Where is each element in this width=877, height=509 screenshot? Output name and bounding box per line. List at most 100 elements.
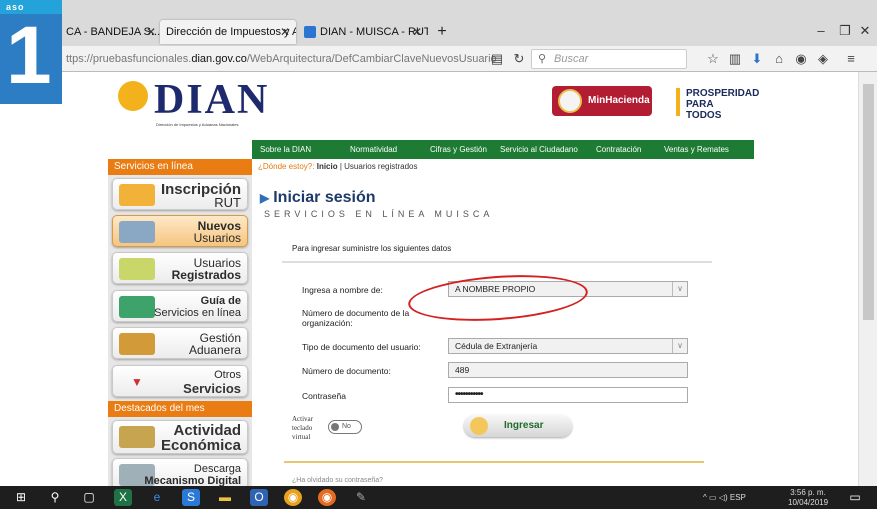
nav-normatividad[interactable]: Normatividad <box>350 140 397 159</box>
new-tab-button[interactable]: + <box>432 20 452 44</box>
sidebar-item-line2: Usuarios <box>193 231 241 245</box>
menu-icon[interactable]: ≡ <box>842 50 860 68</box>
numero-doc-label: Número de documento: <box>302 366 391 376</box>
numero-doc-input[interactable]: 489 <box>448 362 688 378</box>
app-icon[interactable]: ✎ <box>352 489 370 506</box>
reader-view-icon[interactable]: ▤ <box>488 50 506 68</box>
page-subtitle: SERVICIOS EN LÍNEA MUISCA <box>264 209 494 219</box>
dian-logo[interactable]: DIAN <box>154 76 269 124</box>
close-icon[interactable]: ✕ <box>146 20 156 44</box>
page-title-text: Iniciar sesión <box>273 189 376 206</box>
org-doc-label: Número de documento de la organización: <box>302 308 409 328</box>
red-annotation-circle <box>406 269 590 327</box>
page-title: ▶ Iniciar sesión <box>260 189 376 207</box>
sidebar-item-label: Usuarios Registrados <box>172 253 241 285</box>
sidebar-item-inscripcion-rut[interactable]: Inscripción RUT <box>112 178 248 210</box>
sidebar-item-mecanismo-digital[interactable]: Descarga Mecanismo Digital <box>112 458 248 486</box>
edge-icon[interactable]: e <box>148 489 166 506</box>
guide-icon <box>119 296 155 318</box>
nav-ventas-remates[interactable]: Ventas y Remates <box>664 140 729 159</box>
virtual-keyboard-label: Activar teclado virtual <box>292 415 313 442</box>
scrollbar[interactable] <box>858 72 877 486</box>
system-tray: ^ ▭ ◁) ESP <box>703 486 746 509</box>
step-badge: aso 1 <box>0 0 62 104</box>
sidebar-item-usuarios-registrados[interactable]: Usuarios Registrados <box>112 252 248 284</box>
pocket-icon[interactable]: ◈ <box>814 50 832 68</box>
registered-users-icon <box>119 258 155 280</box>
nav-servicio-ciudadano[interactable]: Servicio al Ciudadano <box>500 140 578 159</box>
file-explorer-icon[interactable]: ▬ <box>216 489 234 506</box>
restore-icon[interactable]: ❐ <box>836 22 854 40</box>
extension-icon[interactable]: ◉ <box>792 50 810 68</box>
browser-tab[interactable]: DIAN - MUISCA - RUT ✕ <box>298 20 428 44</box>
sidebar-item-actividad-economica[interactable]: Actividad Económica <box>112 420 248 454</box>
favicon-icon <box>304 26 316 39</box>
rut-document-icon <box>119 184 155 206</box>
close-window-icon[interactable]: ✕ <box>856 22 874 40</box>
library-icon[interactable]: ▥ <box>726 50 744 68</box>
keyboard-label-line1: Activar <box>292 415 313 423</box>
download-icon[interactable]: ⬇ <box>748 50 766 68</box>
browser-tab[interactable]: CA - BANDEJA S... ✕ <box>60 20 162 44</box>
keyboard-label-line3: virtual <box>292 433 311 441</box>
firefox-icon[interactable]: ◉ <box>318 489 336 506</box>
clock[interactable]: 3:56 p. m. 10/04/2019 <box>788 488 828 508</box>
password-input[interactable]: ••••••••••• <box>448 387 688 403</box>
sidebar-item-guia-servicios[interactable]: Guía de Servicios en línea <box>112 290 248 322</box>
economic-activity-icon <box>119 426 155 448</box>
step-badge-number: 1 <box>6 10 52 101</box>
task-view-icon[interactable]: ▢ <box>80 489 98 506</box>
outlook-icon[interactable]: O <box>250 489 268 506</box>
dian-page: DIAN Dirección de Impuestos y Aduanas Na… <box>108 72 759 486</box>
tipo-doc-select[interactable]: Cédula de Extranjería <box>448 338 688 354</box>
sidebar-item-label: Nuevos Usuarios <box>194 216 241 248</box>
notifications-icon[interactable]: ▭ <box>846 489 864 506</box>
close-icon[interactable]: ✕ <box>412 20 422 44</box>
prosperidad-logo[interactable]: PROSPERIDAD PARA TODOS <box>676 88 759 121</box>
customs-box-icon <box>119 333 155 355</box>
tipo-doc-label: Tipo de documento del usuario: <box>302 342 421 352</box>
sidebar-item-nuevos-usuarios[interactable]: Nuevos Usuarios <box>112 215 248 247</box>
org-doc-label-line1: Número de documento de la <box>302 308 410 318</box>
sidebar-item-label: Inscripción RUT <box>161 179 241 211</box>
nombre-label: Ingresa a nombre de: <box>302 285 383 295</box>
chrome-icon[interactable]: ◉ <box>284 489 302 506</box>
language-indicator[interactable]: ESP <box>730 493 746 502</box>
reload-icon[interactable]: ↻ <box>510 50 528 68</box>
sidebar-item-line2: Registrados <box>171 268 241 282</box>
scrollbar-thumb[interactable] <box>863 84 874 320</box>
breadcrumb-home[interactable]: Inicio <box>317 162 338 171</box>
sidebar-item-label: Descarga Mecanismo Digital <box>144 459 241 486</box>
search-icon[interactable]: ⚲ <box>46 489 64 506</box>
bookmark-star-icon[interactable]: ☆ <box>704 50 722 68</box>
windows-start-icon[interactable]: ⊞ <box>12 489 30 506</box>
sidebar-item-line2: Aduanera <box>188 343 241 357</box>
volume-icon[interactable]: ◁) <box>719 493 728 502</box>
sidebar-item-label: Actividad Económica <box>161 421 241 455</box>
skype-icon[interactable]: S <box>182 489 200 506</box>
url-domain: dian.gov.co <box>191 53 247 65</box>
tray-chevron-icon[interactable]: ^ <box>703 493 707 502</box>
forgot-password-link[interactable]: ¿Ha olvidado su contraseña? <box>292 477 383 484</box>
nav-sobre-dian[interactable]: Sobre la DIAN <box>260 140 311 159</box>
minimize-icon[interactable]: – <box>812 22 830 40</box>
tab-label: Dirección de Impuestos y Adu... <box>166 26 296 38</box>
close-icon[interactable]: ✕ <box>280 20 290 44</box>
minhacienda-logo[interactable]: MinHacienda <box>552 86 652 116</box>
nav-cifras-gestion[interactable]: Cifras y Gestión <box>430 140 487 159</box>
network-icon[interactable]: ▭ <box>709 493 717 502</box>
sidebar-item-gestion-aduanera[interactable]: Gestión Aduanera <box>112 327 248 359</box>
ingresar-label: Ingresar <box>504 420 544 431</box>
sidebar-item-otros-servicios[interactable]: ▼ Otros Servicios <box>112 365 248 397</box>
excel-icon[interactable]: X <box>114 489 132 506</box>
home-icon[interactable]: ⌂ <box>770 50 788 68</box>
search-input[interactable]: ⚲ Buscar <box>531 49 687 69</box>
url-path: /WebArquitectura/DefCambiarClaveNuevosUs… <box>246 53 496 65</box>
sidebar-heading-servicios: Servicios en línea <box>108 159 252 175</box>
url-field[interactable]: ttps://pruebasfuncionales.dian.gov.co/We… <box>66 50 496 68</box>
ingresar-button[interactable]: Ingresar <box>464 415 572 437</box>
nav-contratacion[interactable]: Contratación <box>596 140 641 159</box>
browser-tab-active[interactable]: Dirección de Impuestos y Adu... ✕ <box>160 20 296 44</box>
virtual-keyboard-toggle[interactable]: No <box>328 420 362 434</box>
breadcrumb: ¿Dónde estoy?: Inicio | Usuarios registr… <box>258 162 418 171</box>
